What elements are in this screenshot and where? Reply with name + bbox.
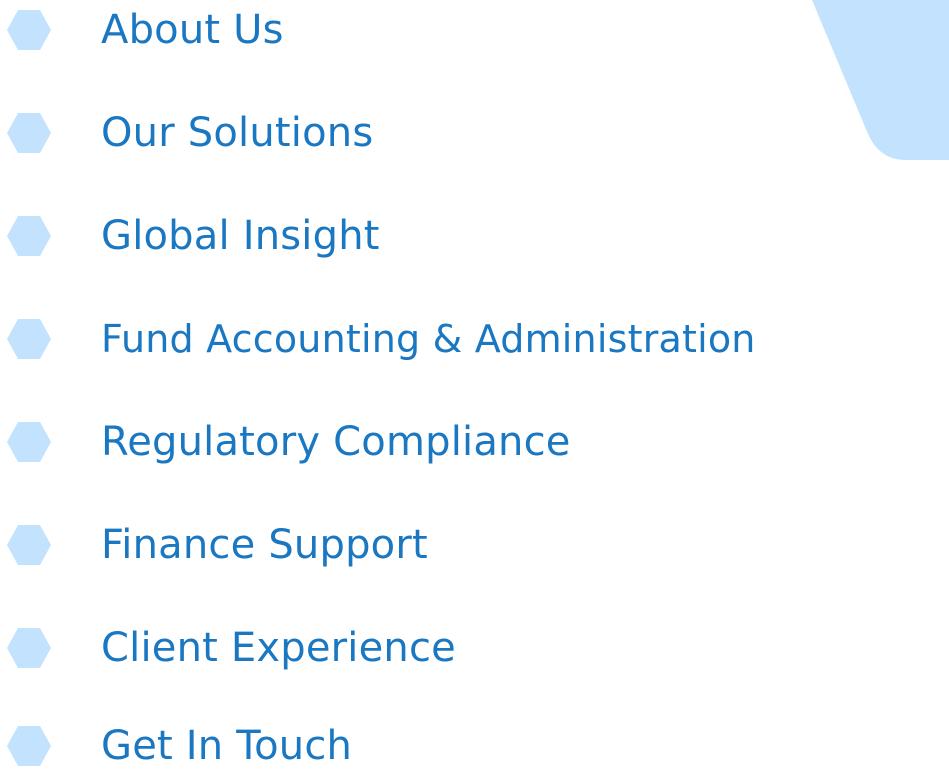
- hexagon-bullet-icon: [7, 113, 51, 153]
- hexagon-bullet-icon: [7, 422, 51, 462]
- nav-item-label: Global Insight: [101, 213, 380, 259]
- nav-item-label: Get In Touch: [101, 723, 353, 769]
- nav-item-label: Our Solutions: [101, 110, 374, 156]
- nav-item-label: About Us: [101, 7, 284, 53]
- nav-item-label: Fund Accounting & Administration: [101, 317, 756, 361]
- hexagon-bullet-icon: [7, 319, 51, 359]
- hexagon-bullet-icon: [7, 216, 51, 256]
- nav-item-label: Regulatory Compliance: [101, 419, 571, 465]
- hexagon-bullet-icon: [7, 525, 51, 565]
- nav-item-label: Finance Support: [101, 522, 428, 568]
- nav-item-label: Client Experience: [101, 625, 456, 671]
- hexagon-bullet-icon: [7, 726, 51, 766]
- hexagon-bullet-icon: [7, 628, 51, 668]
- hexagon-bullet-icon: [7, 10, 51, 50]
